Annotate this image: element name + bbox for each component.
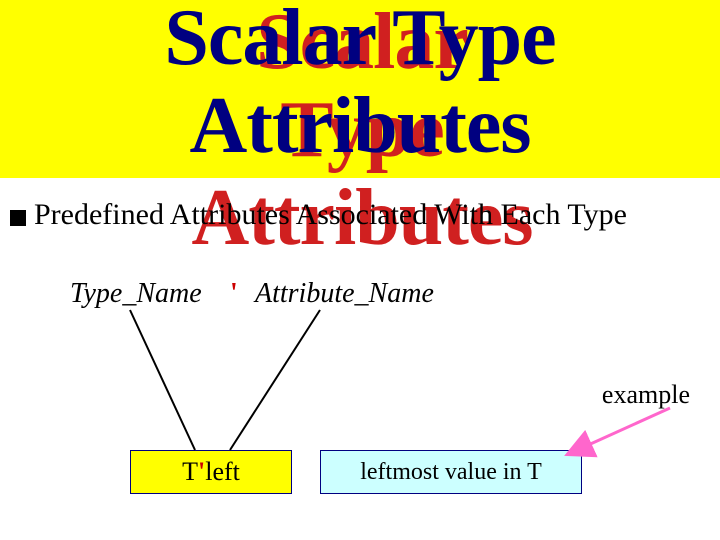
slide-title: Scalar Type Attributes Scalar Type Attri… <box>164 0 555 170</box>
title-main: Scalar Type Attributes <box>164 0 555 170</box>
example-meaning-box: leftmost value in T <box>320 450 582 494</box>
example-expression-box: T'left <box>130 450 292 494</box>
title-line1: Scalar Type <box>164 0 555 82</box>
example-left: left <box>205 457 240 487</box>
example-meaning: leftmost value in T <box>360 459 542 486</box>
syntax-attribute-name: Attribute_Name <box>255 278 434 310</box>
syntax-type-name: Type_Name <box>70 278 202 310</box>
title-line2: Attributes <box>189 82 530 170</box>
syntax-tick: ' <box>230 278 238 310</box>
bullet-text: Predefined Attributes Associated With Ea… <box>34 198 627 232</box>
example-tick: ' <box>198 457 205 487</box>
title-banner: Scalar Type Attributes Scalar Type Attri… <box>0 0 720 178</box>
example-label: example <box>602 380 690 410</box>
bullet-icon <box>10 210 26 226</box>
example-T: T <box>182 457 198 487</box>
